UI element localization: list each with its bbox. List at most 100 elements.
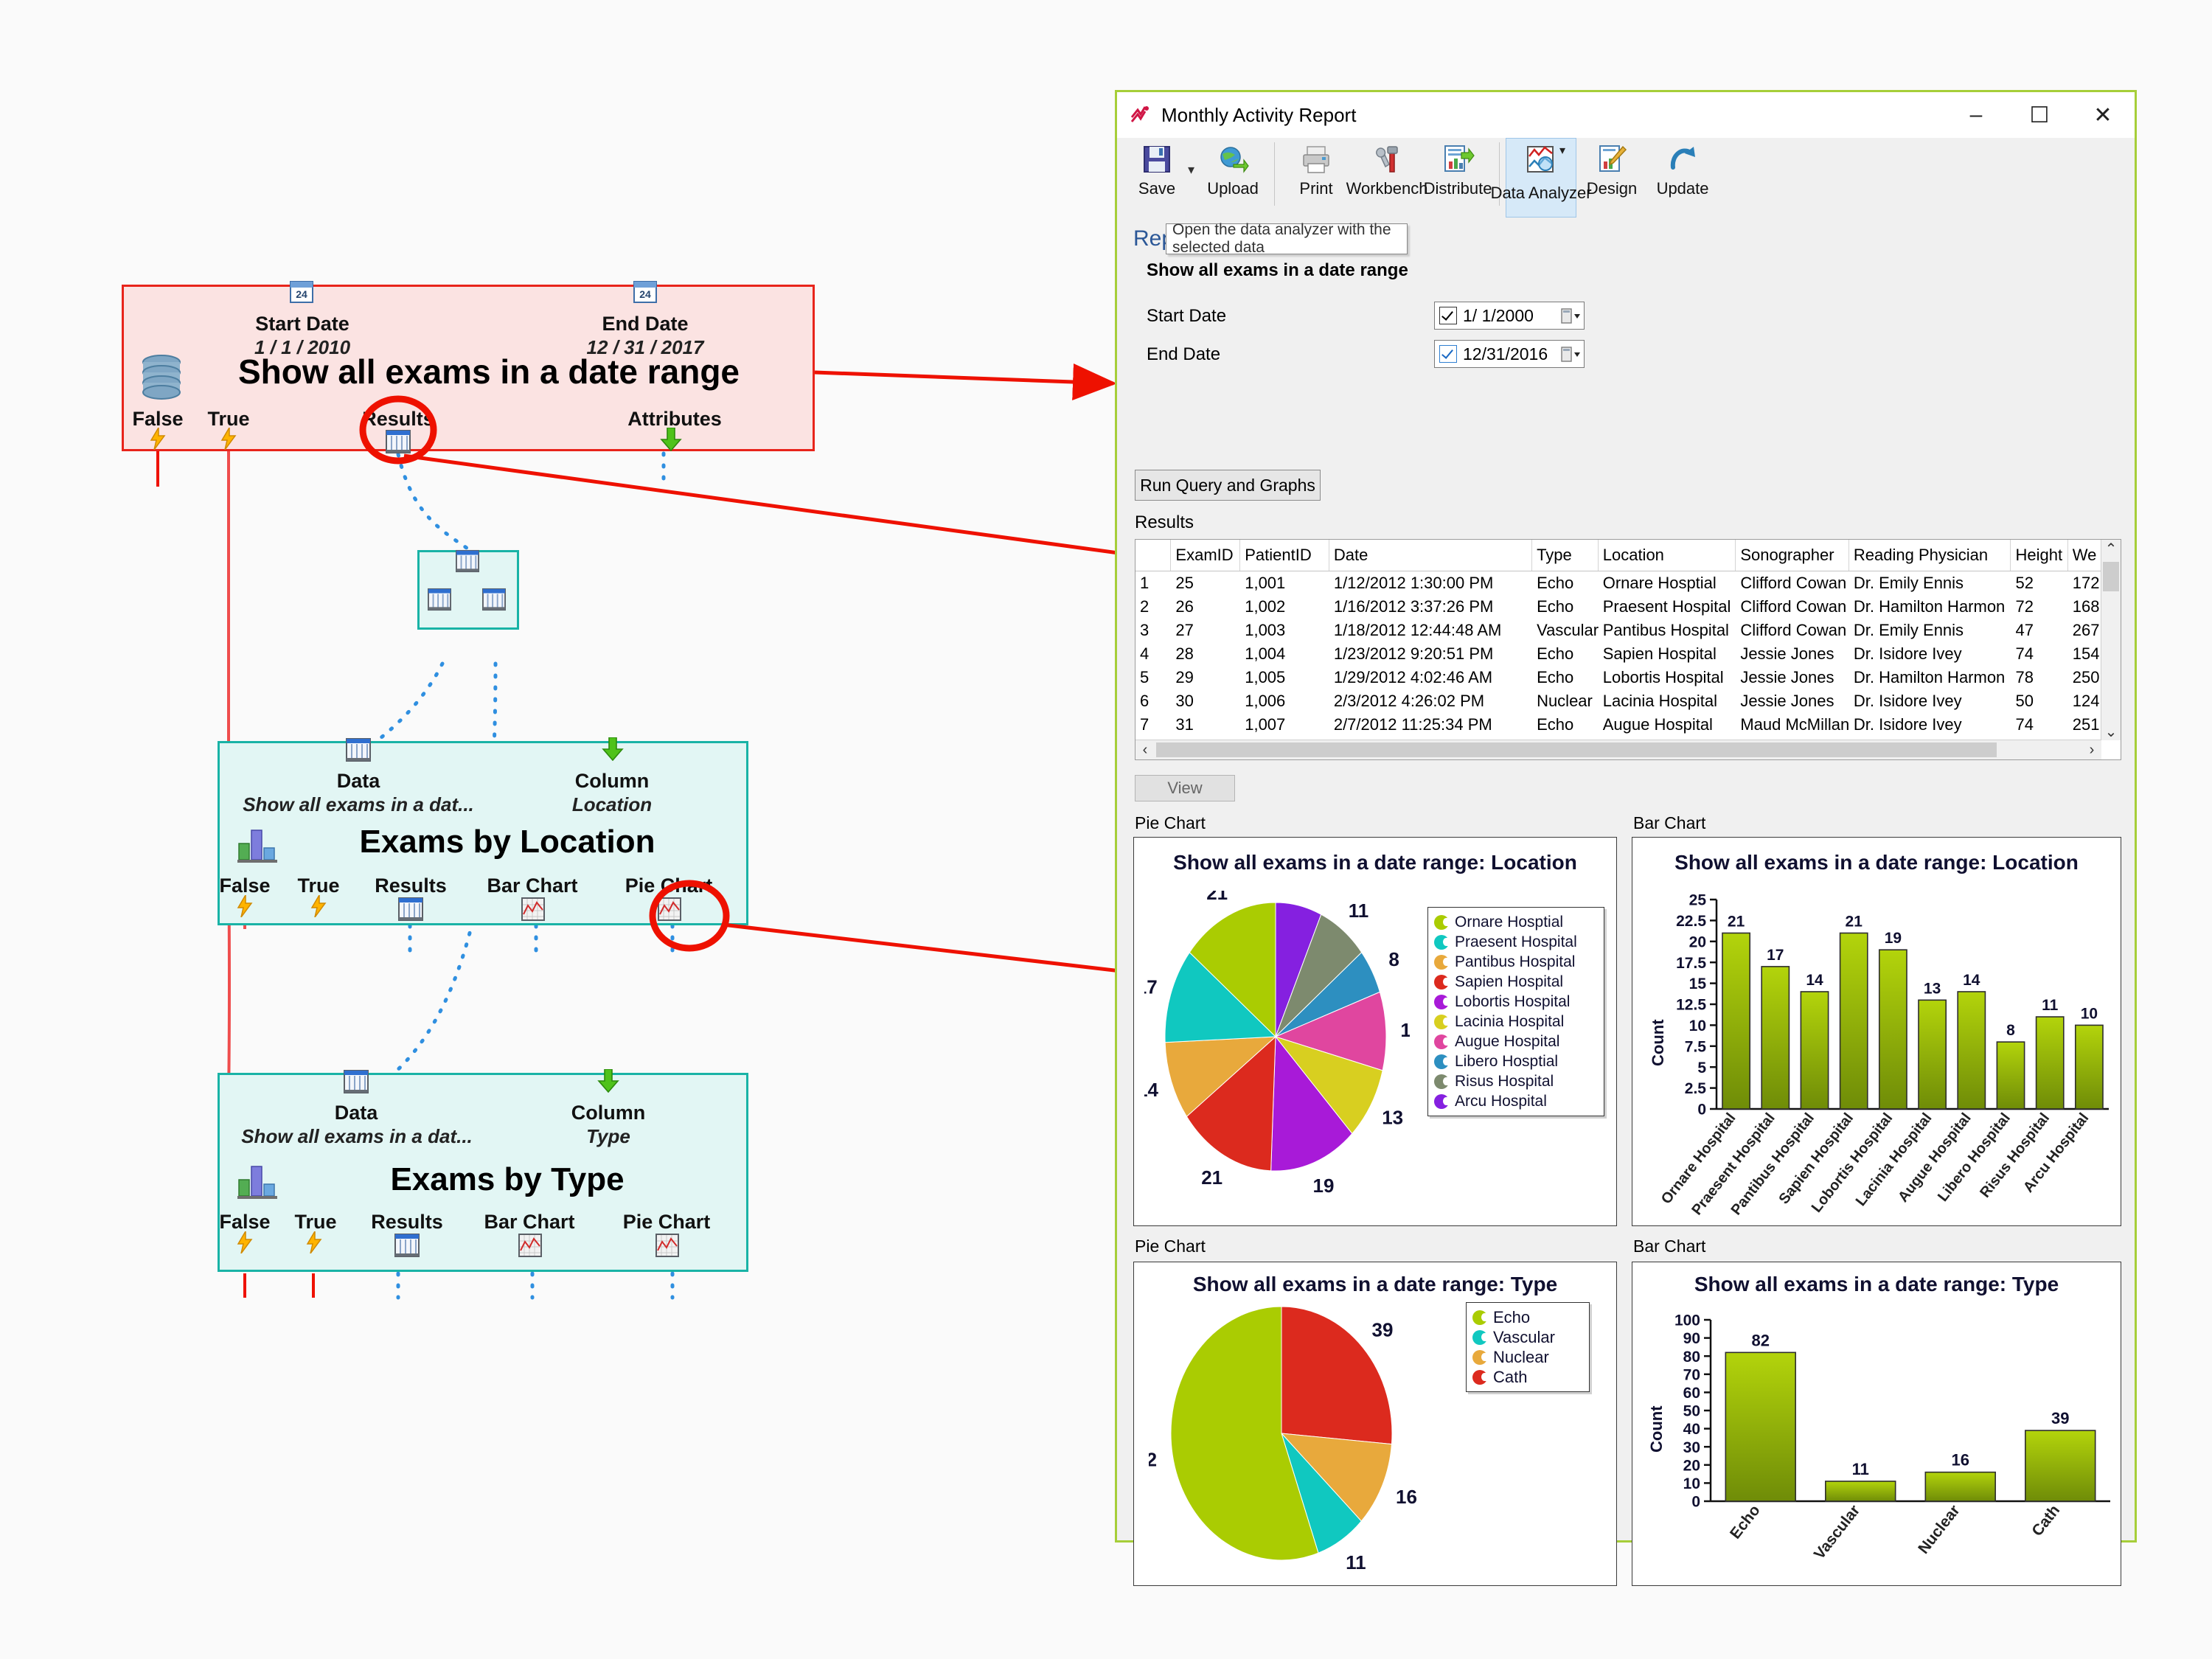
pie-value-label: 13 [1382,1106,1403,1128]
bar[interactable] [2074,1024,2104,1110]
start-date-checkbox[interactable] [1439,307,1457,324]
bar[interactable] [2035,1016,2065,1110]
ribbon-design-button[interactable]: Design [1576,138,1647,218]
table-row[interactable]: 7 31 1,007 2/7/2012 11:25:34 PM Echo Augue Ho… [1135,713,2121,737]
bar[interactable] [2025,1430,2096,1502]
table-cell: Echo [1537,574,1574,592]
location-bar-chart-terminal[interactable]: Bar Chart [473,874,591,897]
type-false-terminal[interactable]: False [208,1211,282,1234]
bar-chart-location[interactable]: Show all exams in a date range: Location… [1632,837,2121,1226]
table-col-examid[interactable]: ExamID [1170,540,1241,571]
pie-value-label: 14 [1144,1079,1159,1101]
table-cell: 2/7/2012 11:25:34 PM [1333,715,1492,734]
bar[interactable] [1957,991,1986,1110]
grid-hscroll-thumb[interactable] [1156,742,1997,757]
ribbon-workbench-button[interactable]: Workbench [1346,138,1427,218]
database-icon [142,355,181,400]
scroll-left-icon[interactable]: ‹ [1135,740,1155,759]
start-date-input[interactable]: 1/ 1/2000 [1434,302,1585,330]
location-node-title: Exams by Location [359,824,655,860]
bar[interactable] [1800,991,1829,1110]
ribbon-tooltip: Open the data analyzer with the selected… [1166,221,1408,256]
legend-swatch [1434,1074,1450,1089]
pie-value-label: 19 [1313,1175,1335,1197]
type-pie-chart-terminal[interactable]: Pie Chart [608,1211,726,1234]
table-cell: Dr. Isidore Ivey [1853,715,1962,734]
window-titlebar[interactable]: Monthly Activity Report – ☐ ✕ [1117,92,2135,138]
scroll-up-icon[interactable]: ⌃ [2101,540,2121,557]
table-row[interactable]: 6 30 1,006 2/3/2012 4:26:02 PM Nuclear Lacini… [1135,689,2121,713]
legend-row: Vascular [1472,1327,1583,1347]
bar[interactable] [1996,1041,2025,1110]
bar[interactable] [1918,999,1947,1110]
bar[interactable] [1722,932,1751,1110]
table-cell: Jessie Jones [1740,668,1834,686]
end-date-input[interactable]: 12/31/2016 [1434,340,1585,368]
table-row[interactable]: 5 29 1,005 1/29/2012 4:02:46 AM Echo Lobortis… [1135,666,2121,689]
table-row[interactable]: 1 25 1,001 1/12/2012 1:30:00 PM Echo Ornare H… [1135,571,2121,596]
grid-horizontal-scrollbar[interactable]: ‹ › [1135,740,2101,759]
y-tick-label: 10 [1683,1475,1700,1492]
table-col-type[interactable]: Type [1531,540,1599,571]
location-pie-chart-terminal[interactable]: Pie Chart [610,874,728,897]
pie-value-label: 11 [1346,1551,1366,1573]
bar[interactable] [1878,949,1907,1110]
location-false-terminal[interactable]: False [208,874,282,897]
ribbon-distribute-button[interactable]: Distribute [1422,138,1493,218]
ribbon-data-analyzer-button[interactable]: ▾ Data Analyzer [1491,138,1592,218]
location-true-terminal[interactable]: True [282,874,355,897]
table-col-sonographer[interactable]: Sonographer [1735,540,1849,571]
scroll-right-icon[interactable]: › [2082,740,2101,759]
ribbon-update-button[interactable]: Update [1647,138,1718,218]
scroll-down-icon[interactable]: ⌄ [2101,723,2121,740]
bar[interactable] [1924,1471,1996,1502]
table-col-location[interactable]: Location [1598,540,1736,571]
view-button[interactable]: View [1135,775,1235,801]
legend-row: Pantibus Hospital [1434,952,1598,972]
type-true-terminal[interactable]: True [279,1211,352,1234]
table-col-height[interactable]: Height [2010,540,2068,571]
calendar-icon: 24 [633,281,657,303]
maximize-button[interactable]: ☐ [2008,92,2071,138]
close-button[interactable]: ✕ [2071,92,2135,138]
grid-vscroll-thumb[interactable] [2103,562,2119,591]
tooltip-text: Open the data analyzer with the selected… [1172,221,1391,256]
end-date-checkbox[interactable] [1439,345,1457,363]
ribbon-upload-button[interactable]: Upload [1197,138,1268,218]
design-icon [1599,145,1627,172]
bar[interactable] [1825,1481,1896,1502]
results-grid[interactable]: ExamID PatientID Date Type Location Sono… [1135,539,2121,760]
ribbon-print-button[interactable]: Print [1281,138,1352,218]
type-results-terminal[interactable]: Results [363,1211,451,1234]
pie-chart-type[interactable]: Show all exams in a date range: Type 39 1… [1133,1262,1617,1586]
location-results-terminal[interactable]: Results [366,874,455,897]
bar-chart-type[interactable]: Show all exams in a date range: Type Cou… [1632,1262,2121,1586]
bar[interactable] [1761,966,1790,1110]
table-row[interactable]: 4 28 1,004 1/23/2012 9:20:51 PM Echo Sapien H… [1135,642,2121,666]
query-results-terminal[interactable]: Results [354,408,442,431]
table-col-rownum[interactable] [1135,540,1172,571]
minimize-button[interactable]: – [1944,92,2008,138]
pie-chart-location[interactable]: Show all exams in a date range: Location… [1133,837,1617,1226]
table-icon [398,897,423,921]
type-bar-chart-terminal[interactable]: Bar Chart [470,1211,588,1234]
data-analyzer-chevron-down-icon[interactable]: ▾ [1559,143,1565,158]
location-data-terminal-value: Show all exams in a dat... [243,793,474,815]
end-date-spinner[interactable] [1560,344,1581,365]
run-query-and-graphs-button[interactable]: Run Query and Graphs [1135,470,1321,501]
ribbon-save-button[interactable]: Save [1121,138,1192,218]
splitter-node[interactable] [417,549,519,630]
start-date-spinner[interactable] [1560,306,1581,327]
svg-text:24: 24 [296,288,307,300]
grid-vertical-scrollbar[interactable]: ⌃ ⌄ [2101,540,2121,740]
table-row[interactable]: 3 27 1,003 1/18/2012 12:44:48 AM Vascular Pan… [1135,619,2121,642]
table-col-reading-physician[interactable]: Reading Physician [1848,540,2011,571]
table-col-date[interactable]: Date [1329,540,1533,571]
bar[interactable] [1725,1352,1796,1502]
save-dropdown-chevron-down-icon[interactable]: ▾ [1188,162,1194,178]
table-row[interactable]: 2 26 1,002 1/16/2012 3:37:26 PM Echo Praesent… [1135,595,2121,619]
table-col-patientid[interactable]: PatientID [1239,540,1329,571]
pie-chart-top-label: Pie Chart [1135,813,1206,832]
bar[interactable] [1839,932,1868,1110]
legend-row: Echo [1472,1307,1583,1327]
